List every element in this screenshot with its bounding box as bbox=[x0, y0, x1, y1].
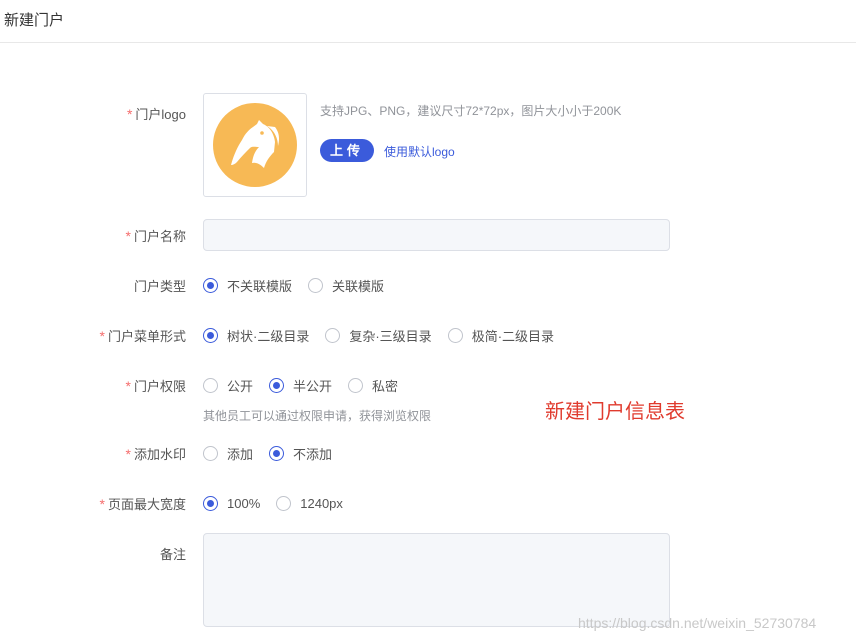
permission-radio-group: 公开 半公开 私密 bbox=[203, 376, 414, 394]
annotation-text: 新建门户信息表 bbox=[545, 401, 685, 423]
required-mark: * bbox=[125, 446, 131, 462]
radio-option-label: 半公开 bbox=[293, 378, 333, 394]
menu-label: * 门户菜单形式 bbox=[99, 328, 186, 344]
watermark-radio-group: 添加 不添加 bbox=[203, 444, 348, 462]
radio-option[interactable]: 添加 bbox=[203, 444, 253, 463]
radio-option-label: 树状·二级目录 bbox=[227, 328, 310, 344]
page-title: 新建门户 bbox=[4, 12, 65, 29]
type-radio-group: 不关联模版 关联模版 bbox=[203, 276, 400, 294]
radio-unchecked-icon[interactable] bbox=[447, 327, 463, 343]
required-mark: * bbox=[125, 378, 131, 394]
required-mark: * bbox=[126, 106, 133, 122]
remark-textarea[interactable] bbox=[203, 533, 670, 627]
page-watermark: https://blog.csdn.net/weixin_52730784 bbox=[578, 615, 817, 631]
radio-checked-icon[interactable] bbox=[269, 377, 285, 393]
radio-option[interactable]: 不添加 bbox=[269, 444, 332, 463]
radio-option[interactable]: 不关联模版 bbox=[203, 276, 292, 295]
permission-label: * 门户权限 bbox=[125, 378, 186, 394]
remark-label: 备注 bbox=[159, 547, 186, 562]
logo-preview[interactable] bbox=[203, 93, 307, 197]
radio-option-label: 复杂·三级目录 bbox=[349, 328, 432, 344]
width-radio-group: 100% 1240px bbox=[203, 494, 359, 512]
required-mark: * bbox=[125, 228, 131, 244]
radio-option-label: 100% bbox=[227, 495, 261, 511]
radio-unchecked-icon[interactable] bbox=[203, 445, 218, 461]
radio-option[interactable]: 树状·二级目录 bbox=[203, 326, 309, 345]
radio-option[interactable]: 极简·二级目录 bbox=[447, 326, 555, 345]
portal-name-input[interactable] bbox=[203, 219, 670, 251]
name-label: * 门户名称 bbox=[125, 228, 186, 244]
radio-option[interactable]: 复杂·三级目录 bbox=[325, 326, 432, 345]
radio-unchecked-icon[interactable] bbox=[308, 277, 324, 293]
radio-unchecked-icon[interactable] bbox=[276, 495, 292, 511]
radio-option-label: 1240px bbox=[300, 495, 343, 511]
radio-unchecked-icon[interactable] bbox=[348, 377, 364, 393]
upload-button[interactable]: 上传 bbox=[320, 139, 374, 162]
radio-option[interactable]: 1240px bbox=[276, 495, 343, 511]
radio-option-label: 不添加 bbox=[293, 446, 333, 462]
radio-option[interactable]: 关联模版 bbox=[308, 276, 384, 295]
radio-option-label: 极简·二级目录 bbox=[471, 328, 555, 344]
menu-radio-group: 树状·二级目录 复杂·三级目录 极简·二级目录 bbox=[203, 326, 570, 344]
radio-option[interactable]: 半公开 bbox=[269, 376, 332, 395]
radio-option-label: 关联模版 bbox=[332, 278, 385, 294]
radio-checked-icon[interactable] bbox=[269, 445, 285, 461]
radio-option[interactable]: 公开 bbox=[203, 376, 253, 395]
radio-checked-icon[interactable] bbox=[203, 277, 218, 293]
watermark-label: * 添加水印 bbox=[125, 446, 186, 462]
radio-unchecked-icon[interactable] bbox=[325, 327, 341, 343]
logo-hint: 支持JPG、PNG，建议尺寸72*72px，图片大小小于200K bbox=[320, 104, 622, 118]
use-default-logo-link[interactable]: 使用默认logo bbox=[384, 143, 455, 160]
radio-checked-icon[interactable] bbox=[203, 495, 218, 511]
width-label: * 页面最大宽度 bbox=[99, 496, 186, 512]
radio-option-label: 私密 bbox=[372, 378, 399, 394]
radio-option[interactable]: 100% bbox=[203, 495, 261, 511]
radio-unchecked-icon[interactable] bbox=[203, 377, 218, 393]
radio-option-label: 添加 bbox=[227, 446, 254, 462]
type-label: 门户类型 bbox=[133, 279, 186, 294]
radio-option[interactable]: 私密 bbox=[348, 376, 398, 395]
horse-head-logo-icon bbox=[213, 103, 297, 187]
permission-hint: 其他员工可以通过权限申请，获得浏览权限 bbox=[203, 409, 432, 423]
required-mark: * bbox=[99, 496, 105, 512]
logo-label: * 门户logo bbox=[126, 106, 186, 122]
radio-checked-icon[interactable] bbox=[203, 327, 218, 343]
radio-option-label: 不关联模版 bbox=[227, 278, 293, 294]
page-header: 新建门户 bbox=[0, 0, 856, 43]
radio-option-label: 公开 bbox=[227, 378, 254, 394]
required-mark: * bbox=[99, 328, 105, 344]
